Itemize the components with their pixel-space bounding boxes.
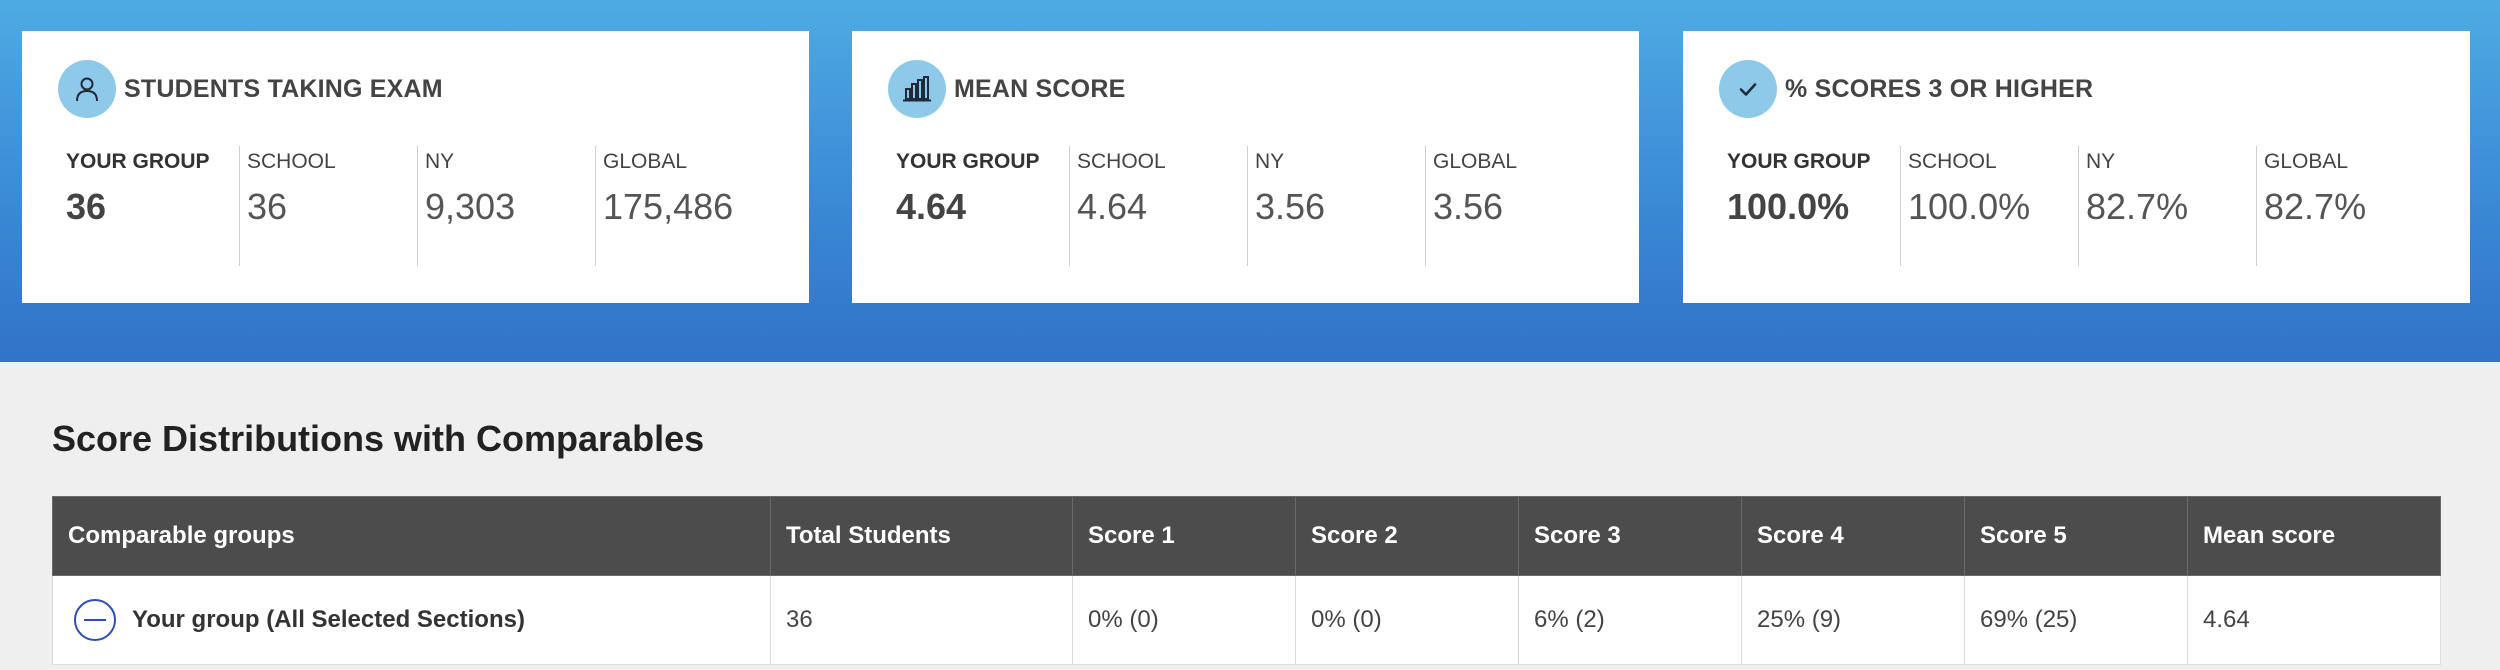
- score-distribution-table: Comparable groups Total Students Score 1…: [52, 496, 2441, 665]
- stat-global: GLOBAL 3.56: [1425, 146, 1603, 266]
- card-title: % SCORES 3 OR HIGHER: [1785, 74, 2094, 103]
- card-header: STUDENTS TAKING EXAM: [58, 60, 443, 118]
- minus-icon: [84, 619, 106, 621]
- stats-row: YOUR GROUP 36 SCHOOL 36 NY 9,303 GLOBAL …: [59, 146, 789, 266]
- stat-ny: NY 3.56: [1247, 146, 1425, 266]
- stat-value: 100.0%: [1908, 186, 2031, 227]
- stat-value: 3.56: [1255, 186, 1326, 227]
- card-scores-3-or-higher: % SCORES 3 OR HIGHER YOUR GROUP 100.0% S…: [1683, 31, 2470, 303]
- stat-value: 82.7%: [2086, 186, 2189, 227]
- column-header-score-3: Score 3: [1518, 496, 1742, 576]
- table-row: Your group (All Selected Sections) 36 0%…: [52, 575, 2441, 665]
- stat-label: NY: [425, 150, 455, 173]
- stat-value: 4.64: [896, 186, 967, 227]
- stat-value: 9,303: [425, 186, 516, 227]
- stat-label: SCHOOL: [247, 150, 336, 173]
- stat-value: 82.7%: [2264, 186, 2367, 227]
- group-name: Your group (All Selected Sections): [132, 606, 525, 633]
- stat-label: GLOBAL: [1433, 150, 1518, 173]
- card-header: % SCORES 3 OR HIGHER: [1719, 60, 2093, 118]
- card-mean-score: MEAN SCORE YOUR GROUP 4.64 SCHOOL 4.64 N…: [852, 31, 1639, 303]
- stat-label: NY: [1255, 150, 1285, 173]
- column-header-score-2: Score 2: [1295, 496, 1519, 576]
- stat-value: 100.0%: [1727, 186, 1850, 227]
- checkmark-icon: [1719, 60, 1777, 118]
- section-title: Score Distributions with Comparables: [52, 418, 705, 459]
- column-header-total-students: Total Students: [770, 496, 1073, 576]
- cell-mean-score: 4.64: [2187, 575, 2441, 665]
- stat-ny: NY 9,303: [417, 146, 595, 266]
- cell-score-3: 6% (2): [1518, 575, 1742, 665]
- stat-value: 4.64: [1077, 186, 1148, 227]
- card-students-taking-exam: STUDENTS TAKING EXAM YOUR GROUP 36 SCHOO…: [22, 31, 809, 303]
- bar-chart-icon: [888, 60, 946, 118]
- column-header-score-1: Score 1: [1072, 496, 1296, 576]
- cell-score-5: 69% (25): [1964, 575, 2188, 665]
- person-icon: [58, 60, 116, 118]
- stat-value: 175,486: [603, 186, 734, 227]
- card-title: MEAN SCORE: [954, 74, 1126, 103]
- stat-your-group: YOUR GROUP 36: [59, 146, 239, 266]
- stats-row: YOUR GROUP 100.0% SCHOOL 100.0% NY 82.7%…: [1720, 146, 2450, 266]
- column-header-comparable-groups: Comparable groups: [52, 496, 771, 576]
- stat-label: GLOBAL: [603, 150, 688, 173]
- stat-global: GLOBAL 82.7%: [2256, 146, 2434, 266]
- stat-school: SCHOOL 4.64: [1069, 146, 1247, 266]
- column-header-score-4: Score 4: [1741, 496, 1965, 576]
- stats-row: YOUR GROUP 4.64 SCHOOL 4.64 NY 3.56 GLOB…: [889, 146, 1619, 266]
- stat-school: SCHOOL 36: [239, 146, 417, 266]
- stat-label: YOUR GROUP: [896, 150, 1040, 173]
- stat-label: YOUR GROUP: [1727, 150, 1871, 173]
- group-cell: Your group (All Selected Sections): [52, 575, 771, 665]
- stat-label: SCHOOL: [1077, 150, 1166, 173]
- stat-label: NY: [2086, 150, 2116, 173]
- stat-label: YOUR GROUP: [66, 150, 210, 173]
- stat-your-group: YOUR GROUP 100.0%: [1720, 146, 1900, 266]
- stat-label: SCHOOL: [1908, 150, 1997, 173]
- column-header-mean-score: Mean score: [2187, 496, 2441, 576]
- table-header-row: Comparable groups Total Students Score 1…: [52, 496, 2441, 576]
- cell-score-2: 0% (0): [1295, 575, 1519, 665]
- stat-ny: NY 82.7%: [2078, 146, 2256, 266]
- summary-banner: STUDENTS TAKING EXAM YOUR GROUP 36 SCHOO…: [0, 0, 2500, 362]
- card-header: MEAN SCORE: [888, 60, 1125, 118]
- cell-total-students: 36: [770, 575, 1073, 665]
- cell-score-4: 25% (9): [1741, 575, 1965, 665]
- stat-school: SCHOOL 100.0%: [1900, 146, 2078, 266]
- stat-value: 36: [66, 186, 107, 227]
- table-header: Comparable groups Total Students Score 1…: [52, 496, 2441, 576]
- stat-value: 3.56: [1433, 186, 1504, 227]
- card-title: STUDENTS TAKING EXAM: [124, 74, 443, 103]
- stat-your-group: YOUR GROUP 4.64: [889, 146, 1069, 266]
- stat-label: GLOBAL: [2264, 150, 2349, 173]
- column-header-score-5: Score 5: [1964, 496, 2188, 576]
- cell-score-1: 0% (0): [1072, 575, 1296, 665]
- stat-value: 36: [247, 186, 288, 227]
- collapse-button[interactable]: [74, 599, 116, 641]
- stat-global: GLOBAL 175,486: [595, 146, 773, 266]
